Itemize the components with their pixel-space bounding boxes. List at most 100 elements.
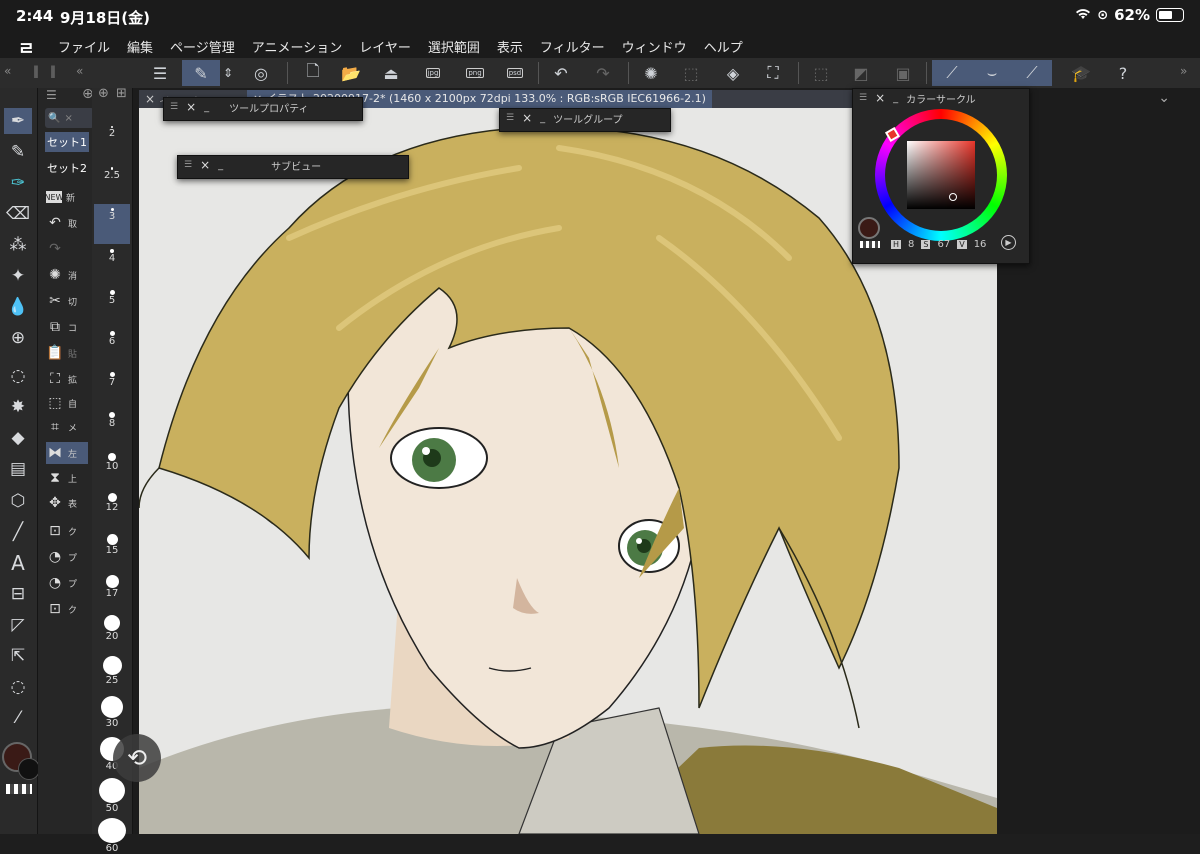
transparent-color-icon[interactable] <box>860 241 880 248</box>
subtool-q2[interactable]: ⊡ ク <box>46 598 88 620</box>
menu-selection[interactable]: 選択範囲 <box>428 37 480 56</box>
ruler-tool-icon[interactable]: ◸ <box>4 612 32 638</box>
export-png-icon[interactable]: png <box>460 60 490 86</box>
subtool-flip-vertical[interactable]: ⧗ 上 <box>46 467 88 489</box>
learn-icon[interactable]: 🎓 <box>1066 60 1096 86</box>
panel-grip-icon[interactable]: ‖ <box>33 64 39 78</box>
subtool-paste[interactable]: 📋 貼 <box>46 342 88 364</box>
tab-set2[interactable]: セット2 <box>45 158 89 178</box>
sub-color-swatch[interactable] <box>18 758 40 780</box>
move-tool-icon[interactable]: ◌ <box>4 674 32 700</box>
menu-layer[interactable]: レイヤー <box>359 37 411 56</box>
current-color-swatch[interactable] <box>858 217 880 239</box>
eraser-tool-icon[interactable]: ⌫ <box>4 201 32 227</box>
saturation-value-square[interactable] <box>907 141 975 209</box>
brush-size-item[interactable]: 2 <box>94 122 130 162</box>
brush-size-item[interactable]: 4 <box>94 245 130 285</box>
text-tool-icon[interactable]: A <box>4 550 32 576</box>
redo-icon[interactable]: ↷ <box>588 60 618 86</box>
brush-panel-icon[interactable]: ⊕ <box>98 86 109 101</box>
subtool-display[interactable]: ✥ 表 <box>46 492 88 514</box>
camera-icon[interactable]: ⊞ <box>116 86 127 101</box>
save-icon[interactable]: ⏏ <box>376 60 406 86</box>
brush-size-item[interactable]: 10 <box>94 449 130 489</box>
minimize-icon[interactable]: _ <box>893 93 898 104</box>
subtool-q1[interactable]: ⊡ ク <box>46 520 88 542</box>
blend-tool-icon[interactable]: 💧 <box>4 294 32 320</box>
transparent-color-icon[interactable] <box>6 784 32 794</box>
brush-size-item[interactable]: 15 <box>94 530 130 570</box>
fill-tool-icon[interactable]: ◆ <box>4 425 32 451</box>
invert-selection-icon[interactable]: ◩ <box>846 60 876 86</box>
menu-animation[interactable]: アニメーション <box>252 37 342 56</box>
edit-tool-icon[interactable]: ✎ <box>182 60 220 86</box>
brush-size-item[interactable]: 6 <box>94 327 130 367</box>
3d-object-tool-icon[interactable]: ⬡ <box>4 488 32 514</box>
grip-icon[interactable]: ☰ <box>506 113 514 123</box>
brush-size-item[interactable]: 17 <box>94 571 130 611</box>
pen-tool-icon[interactable]: ✒ <box>4 108 32 134</box>
brush-size-item[interactable]: 25 <box>94 652 130 692</box>
operation-tool-icon[interactable]: ⇱ <box>4 643 32 669</box>
stabilizer-2-icon[interactable]: ⌣ <box>972 60 1012 86</box>
panel-menu-icon[interactable]: ☰ <box>46 88 57 102</box>
brush-size-item[interactable]: 2.5 <box>94 163 130 203</box>
tool-group-palette[interactable]: ☰ × _ ツールグループ <box>499 108 671 132</box>
export-psd-icon[interactable]: psd <box>500 60 530 86</box>
minimize-icon[interactable]: _ <box>218 160 223 171</box>
brush-size-item[interactable]: 8 <box>94 408 130 448</box>
magic-wand-tool-icon[interactable]: ✸ <box>4 394 32 420</box>
brush-size-item[interactable]: 12 <box>94 489 130 529</box>
collapse-right-icon[interactable]: » <box>1180 64 1187 78</box>
airbrush-tool-icon[interactable]: ⁂ <box>4 232 32 258</box>
fill-icon[interactable]: ◈ <box>718 60 748 86</box>
chevron-updown-icon[interactable]: ⇕ <box>218 60 238 86</box>
subtool-undo[interactable]: ↶ 取 <box>46 212 88 234</box>
figure-tool-icon[interactable]: ╱ <box>4 519 32 545</box>
close-icon[interactable]: × <box>875 91 885 105</box>
brush-size-item[interactable]: 60 <box>94 814 130 854</box>
panel-grip-icon[interactable]: ‖ <box>50 64 56 78</box>
subtool-free-transform[interactable]: ⬚ 自 <box>46 392 88 414</box>
minimize-icon[interactable]: _ <box>540 113 545 124</box>
menu-help[interactable]: ヘルプ <box>704 37 743 56</box>
close-icon[interactable]: × <box>522 111 532 125</box>
subtool-cut[interactable]: ✂ 切 <box>46 290 88 312</box>
subtool-new[interactable]: NEW 新 <box>45 186 88 208</box>
sv-cursor[interactable] <box>949 193 957 201</box>
close-icon[interactable]: × <box>145 92 155 106</box>
subtool-copy[interactable]: ⧉ コ <box>46 316 88 338</box>
close-icon[interactable]: × <box>186 100 196 114</box>
close-icon[interactable]: × <box>64 113 72 124</box>
stabilizer-3-icon[interactable]: ⟋ <box>1012 60 1052 86</box>
menu-page[interactable]: ページ管理 <box>170 37 235 56</box>
close-icon[interactable]: × <box>200 158 210 172</box>
transform-icon[interactable]: ⬚ <box>676 60 706 86</box>
brush-tool-icon[interactable]: ✑ <box>4 170 32 196</box>
decoration-tool-icon[interactable]: ✦ <box>4 263 32 289</box>
undo-icon[interactable]: ↶ <box>546 60 576 86</box>
help-icon[interactable]: ? <box>1108 60 1138 86</box>
grip-icon[interactable]: ☰ <box>170 102 178 112</box>
grip-icon[interactable]: ☰ <box>184 160 192 170</box>
subtool-mesh[interactable]: ⌗ メ <box>46 416 88 438</box>
subtool-clear[interactable]: ✺ 消 <box>46 264 88 286</box>
menu-window[interactable]: ウィンドウ <box>622 37 687 56</box>
subtool-redo[interactable]: ↷ <box>46 238 88 260</box>
subtool-p2[interactable]: ◔ プ <box>46 572 88 594</box>
selection-border-icon[interactable]: ▣ <box>888 60 918 86</box>
subtool-p1[interactable]: ◔ プ <box>46 546 88 568</box>
chevron-down-icon[interactable]: ⌄ <box>1158 90 1170 106</box>
deselect-icon[interactable]: ⬚ <box>806 60 836 86</box>
quick-access-button[interactable]: ⟲ <box>113 734 161 782</box>
grip-icon[interactable]: ☰ <box>859 93 867 103</box>
frame-tool-icon[interactable]: ⊟ <box>4 581 32 607</box>
collapse-left-icon[interactable]: « <box>4 64 11 78</box>
new-file-icon[interactable]: 🗋 <box>298 60 328 86</box>
menu-file[interactable]: ファイル <box>58 37 110 56</box>
subtool-flip-horizontal[interactable]: ⧓ 左 <box>46 442 88 464</box>
pencil-tool-icon[interactable]: ✎ <box>4 139 32 165</box>
hamburger-menu-icon[interactable]: ☰ <box>145 60 175 86</box>
export-jpg-icon[interactable]: jpg <box>418 60 448 86</box>
menu-filter[interactable]: フィルター <box>540 37 605 56</box>
